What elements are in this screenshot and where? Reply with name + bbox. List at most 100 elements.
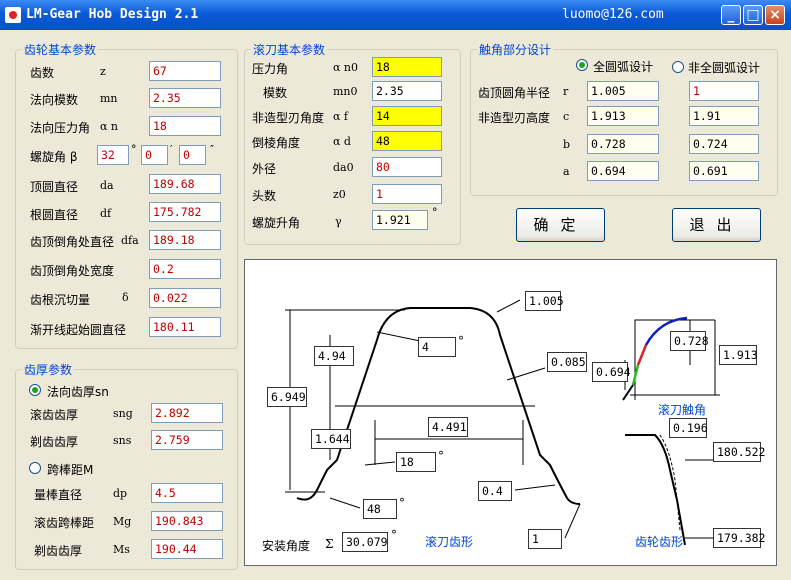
maximize-button[interactable]: □ [743,5,763,25]
hobbing-over-pin-input[interactable]: 190.843 [151,511,223,531]
sym-ad: α d [333,135,351,148]
dim-b-full: 0.728 [587,134,659,154]
leader-48deg [329,497,361,509]
dim-tip-radius: 1.005 [525,291,564,311]
sym-mn0: mn0 [333,85,358,98]
radio-non-full-arc[interactable] [672,61,684,73]
sym-c: c [563,110,570,123]
leader-04 [514,484,556,491]
dim-a-full: 0.694 [587,161,659,181]
starts-input[interactable]: 1 [372,184,442,204]
pin-diameter-label: 量棒直径 [34,488,83,502]
app-icon [5,7,21,23]
non-forming-angle-input[interactable]: 14 [372,106,442,126]
radio-over-pin-label: 跨棒距M [47,463,94,477]
profile-drawing: 1.005 4 ° 4.94 6.949 1.644 4.491 18 ° 48… [244,259,777,566]
gear-sym-delta: δ [122,291,129,304]
gear-label-z: 齿数 [30,66,55,80]
sym-b: b [563,138,571,151]
helix-angle-label: 螺旋角 β [30,150,78,164]
hob-pressure-angle-input[interactable]: 18 [372,57,442,77]
hob-module-input[interactable]: 2.35 [372,81,442,101]
chamfer-angle-label: 倒棱角度 [252,136,301,150]
maximize-icon: □ [746,7,760,23]
normal-pressure-angle-input[interactable]: 18 [149,116,221,136]
tip-radius-input[interactable]: 1 [689,81,759,101]
outer-diameter-input[interactable]: 80 [372,157,442,177]
dim-tip-angle-mark: ° [458,334,464,348]
min-mark: ′ [170,143,173,156]
exit-button[interactable]: 退出 [672,208,761,242]
ok-button[interactable]: 确定 [516,208,605,242]
helix-min-input[interactable]: 0 [141,145,168,165]
install-angle-value: 30.079 [342,532,388,552]
hob-params-legend: 滚刀基本参数 [251,41,328,58]
sym-z0: z0 [333,188,346,201]
radio-over-pin[interactable] [29,462,41,474]
chamfer-diameter-input[interactable]: 189.18 [149,230,221,250]
gear-sym-df: df [100,207,112,220]
sym-sng: sng [113,407,133,420]
tip-diameter-input[interactable]: 189.68 [149,174,221,194]
root-diameter-input[interactable]: 175.782 [149,202,221,222]
lead-angle-value: 1.921 [372,210,428,230]
gear-sym-z: z [100,65,106,78]
dim-upper-height: 4.94 [314,346,354,366]
shaving-thickness-input[interactable]: 2.759 [151,430,223,450]
close-icon: × [769,7,781,23]
dim-chamfer-angle-mark: ° [399,496,405,510]
dim-root-angle: 18 [396,452,436,472]
install-angle-sym: Σ [325,537,334,551]
sym-gamma: γ [335,215,342,228]
dim-chamfer-085: 0.085 [547,352,587,372]
gear-label-chamfer-width: 齿顶倒角处宽度 [30,264,115,278]
involute-start-input[interactable]: 180.11 [149,317,221,337]
dim-width: 4.491 [428,417,468,437]
dim-a-partial: 0.691 [689,161,759,181]
radio-non-full-arc-label: 非全圆弧设计 [688,61,761,75]
shaving-thickness-label: 剃齿齿厚 [30,435,79,449]
dim-chamfer-angle: 48 [363,499,397,519]
minimize-button[interactable]: _ [721,5,741,25]
normal-module-input[interactable]: 2.35 [149,88,221,108]
hob-pressure-angle-label: 压力角 [252,62,289,76]
radio-normal-thickness-label: 法向齿厚sn [47,385,109,399]
gear-label-dfa: 齿顶倒角处直径 [30,235,115,249]
hob-tip-caption: 滚刀触角 [658,403,707,417]
sym-da0: da0 [333,161,354,174]
gear-label-undercut: 齿根沉切量 [30,293,91,307]
hob-profile-caption: 滚刀齿形 [425,535,474,549]
teeth-count-input[interactable]: 67 [149,61,221,81]
deg-mark: ° [131,143,137,156]
gear-sym-mn: mn [100,92,118,105]
leader-18deg [364,461,396,466]
author-email: luomo@126.com [562,7,664,22]
chamfer-angle-input[interactable]: 48 [372,131,442,151]
lead-angle-deg-mark: ° [432,206,438,219]
gear-label-df: 根圆直径 [30,208,79,222]
pin-diameter-input[interactable]: 4.5 [151,483,223,503]
dim-gear-d1: 180.522 [713,442,765,462]
gear-sym-an: α n [100,120,119,133]
dim-tip-b: 0.728 [670,331,709,351]
radio-full-arc[interactable] [576,59,588,71]
undercut-input[interactable]: 0.022 [149,288,221,308]
sym-an0: α n0 [333,61,359,74]
helix-sec-input[interactable]: 0 [179,145,206,165]
radio-normal-thickness[interactable] [29,384,41,396]
dim-gear-d2: 179.382 [713,528,765,548]
hobbing-thickness-label: 滚齿齿厚 [30,408,79,422]
tip-arc-red [636,344,648,366]
dim-tip-c: 1.913 [719,345,758,365]
hobbing-thickness-input[interactable]: 2.892 [151,403,223,423]
dim-b-partial: 0.724 [689,134,759,154]
close-button[interactable]: × [765,5,785,25]
sym-a: a [563,165,570,178]
chamfer-width-input[interactable]: 0.2 [149,259,221,279]
helix-deg-input[interactable]: 32 [97,145,129,165]
shaving-over-pin-label: 剃齿齿厚 [34,544,83,558]
shaving-over-pin-input[interactable]: 190.44 [151,539,223,559]
dim-lower-height: 1.644 [311,429,351,449]
dim-bottom-1: 1 [528,529,562,549]
tip-radius-label: 齿顶圆角半径 [478,86,551,100]
